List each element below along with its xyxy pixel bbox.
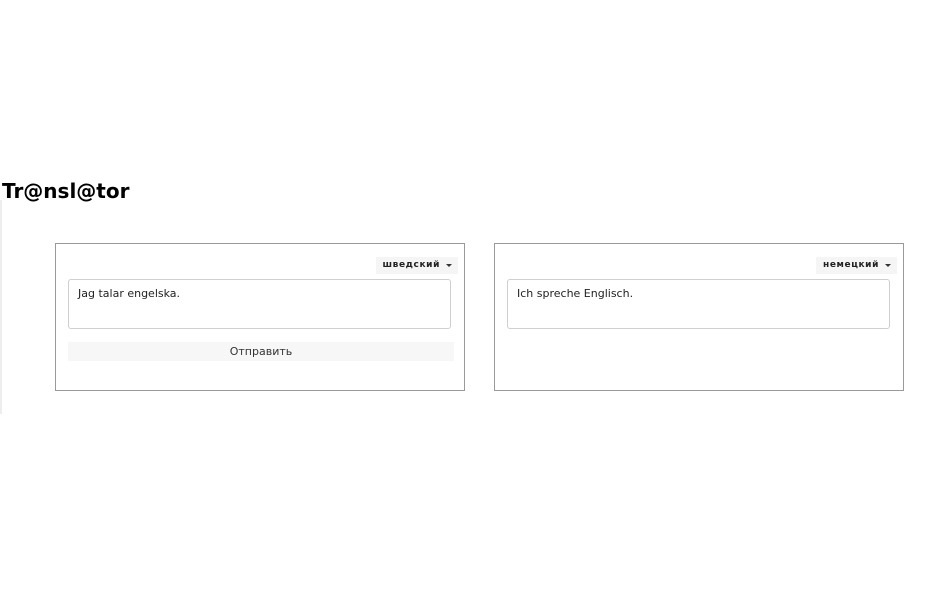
translator-page: Tr@nsl@tor шведский Jag talar engelska. … (0, 0, 950, 593)
source-language-label: шведский (382, 260, 440, 270)
target-text-output[interactable]: Ich spreche Englisch. (507, 279, 890, 329)
source-language-select[interactable]: шведский (375, 257, 458, 274)
send-button[interactable]: Отправить (68, 342, 454, 361)
app-title: Tr@nsl@tor (2, 179, 130, 203)
target-language-select[interactable]: немецкий (816, 257, 897, 274)
target-panel: немецкий Ich spreche Englisch. (494, 243, 904, 391)
source-text-input[interactable]: Jag talar engelska. (68, 279, 451, 329)
chevron-down-icon (885, 264, 891, 267)
chevron-down-icon (446, 264, 452, 267)
target-language-label: немецкий (823, 260, 879, 270)
left-rule (0, 200, 2, 414)
source-panel: шведский Jag talar engelska. Отправить (55, 243, 465, 391)
